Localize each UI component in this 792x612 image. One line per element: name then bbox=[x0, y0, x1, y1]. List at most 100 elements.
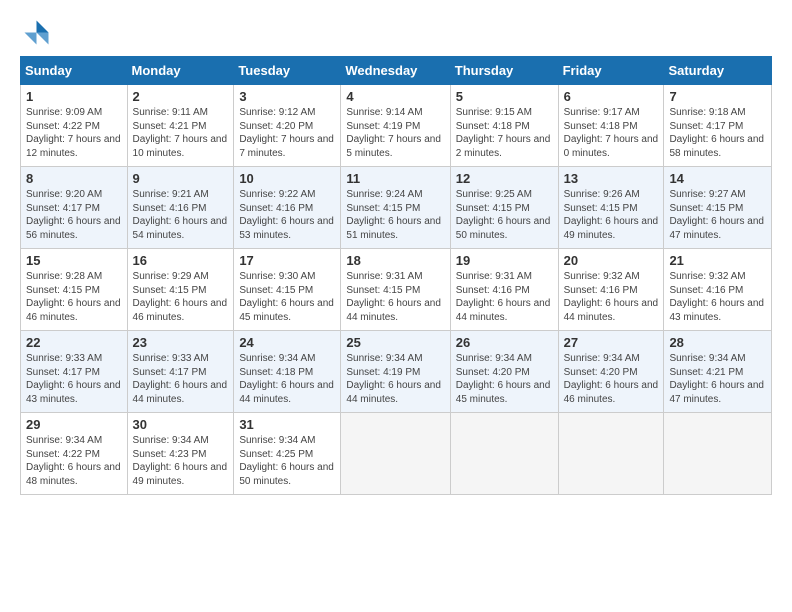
day-info: Sunrise: 9:34 AMSunset: 4:19 PMDaylight:… bbox=[346, 352, 444, 406]
day-number: 23 bbox=[133, 335, 229, 350]
day-info: Sunrise: 9:09 AMSunset: 4:22 PMDaylight:… bbox=[26, 106, 122, 160]
calendar-week-5: 29 Sunrise: 9:34 AMSunset: 4:22 PMDaylig… bbox=[21, 413, 772, 495]
day-info: Sunrise: 9:25 AMSunset: 4:15 PMDaylight:… bbox=[456, 188, 553, 242]
day-number: 21 bbox=[669, 253, 766, 268]
day-info: Sunrise: 9:31 AMSunset: 4:15 PMDaylight:… bbox=[346, 270, 444, 324]
weekday-header-friday: Friday bbox=[558, 57, 664, 85]
day-number: 3 bbox=[239, 89, 335, 104]
calendar-cell bbox=[558, 413, 664, 495]
day-number: 22 bbox=[26, 335, 122, 350]
calendar-cell: 22 Sunrise: 9:33 AMSunset: 4:17 PMDaylig… bbox=[21, 331, 128, 413]
calendar-cell: 9 Sunrise: 9:21 AMSunset: 4:16 PMDayligh… bbox=[127, 167, 234, 249]
calendar-cell: 26 Sunrise: 9:34 AMSunset: 4:20 PMDaylig… bbox=[450, 331, 558, 413]
day-number: 30 bbox=[133, 417, 229, 432]
day-info: Sunrise: 9:29 AMSunset: 4:15 PMDaylight:… bbox=[133, 270, 229, 324]
calendar-cell bbox=[341, 413, 450, 495]
calendar-cell bbox=[664, 413, 772, 495]
calendar-week-1: 1 Sunrise: 9:09 AMSunset: 4:22 PMDayligh… bbox=[21, 85, 772, 167]
day-number: 2 bbox=[133, 89, 229, 104]
calendar-cell: 28 Sunrise: 9:34 AMSunset: 4:21 PMDaylig… bbox=[664, 331, 772, 413]
calendar-cell: 4 Sunrise: 9:14 AMSunset: 4:19 PMDayligh… bbox=[341, 85, 450, 167]
day-number: 17 bbox=[239, 253, 335, 268]
day-number: 7 bbox=[669, 89, 766, 104]
day-info: Sunrise: 9:34 AMSunset: 4:25 PMDaylight:… bbox=[239, 434, 335, 488]
day-info: Sunrise: 9:34 AMSunset: 4:18 PMDaylight:… bbox=[239, 352, 335, 406]
day-info: Sunrise: 9:22 AMSunset: 4:16 PMDaylight:… bbox=[239, 188, 335, 242]
day-info: Sunrise: 9:18 AMSunset: 4:17 PMDaylight:… bbox=[669, 106, 766, 160]
day-info: Sunrise: 9:26 AMSunset: 4:15 PMDaylight:… bbox=[564, 188, 659, 242]
day-number: 20 bbox=[564, 253, 659, 268]
day-number: 16 bbox=[133, 253, 229, 268]
day-info: Sunrise: 9:33 AMSunset: 4:17 PMDaylight:… bbox=[26, 352, 122, 406]
calendar-cell: 30 Sunrise: 9:34 AMSunset: 4:23 PMDaylig… bbox=[127, 413, 234, 495]
calendar-cell: 8 Sunrise: 9:20 AMSunset: 4:17 PMDayligh… bbox=[21, 167, 128, 249]
day-number: 24 bbox=[239, 335, 335, 350]
calendar-cell: 27 Sunrise: 9:34 AMSunset: 4:20 PMDaylig… bbox=[558, 331, 664, 413]
day-number: 11 bbox=[346, 171, 444, 186]
day-number: 1 bbox=[26, 89, 122, 104]
day-number: 13 bbox=[564, 171, 659, 186]
weekday-header-thursday: Thursday bbox=[450, 57, 558, 85]
logo-icon bbox=[20, 16, 50, 46]
header bbox=[20, 16, 772, 46]
day-info: Sunrise: 9:28 AMSunset: 4:15 PMDaylight:… bbox=[26, 270, 122, 324]
day-info: Sunrise: 9:34 AMSunset: 4:23 PMDaylight:… bbox=[133, 434, 229, 488]
calendar-cell: 6 Sunrise: 9:17 AMSunset: 4:18 PMDayligh… bbox=[558, 85, 664, 167]
day-info: Sunrise: 9:31 AMSunset: 4:16 PMDaylight:… bbox=[456, 270, 553, 324]
calendar-cell: 25 Sunrise: 9:34 AMSunset: 4:19 PMDaylig… bbox=[341, 331, 450, 413]
day-number: 4 bbox=[346, 89, 444, 104]
day-number: 5 bbox=[456, 89, 553, 104]
day-number: 29 bbox=[26, 417, 122, 432]
calendar-cell: 10 Sunrise: 9:22 AMSunset: 4:16 PMDaylig… bbox=[234, 167, 341, 249]
day-info: Sunrise: 9:34 AMSunset: 4:20 PMDaylight:… bbox=[456, 352, 553, 406]
day-number: 10 bbox=[239, 171, 335, 186]
calendar-cell: 3 Sunrise: 9:12 AMSunset: 4:20 PMDayligh… bbox=[234, 85, 341, 167]
weekday-header-sunday: Sunday bbox=[21, 57, 128, 85]
day-info: Sunrise: 9:27 AMSunset: 4:15 PMDaylight:… bbox=[669, 188, 766, 242]
day-info: Sunrise: 9:17 AMSunset: 4:18 PMDaylight:… bbox=[564, 106, 659, 160]
calendar-cell: 18 Sunrise: 9:31 AMSunset: 4:15 PMDaylig… bbox=[341, 249, 450, 331]
calendar-cell: 11 Sunrise: 9:24 AMSunset: 4:15 PMDaylig… bbox=[341, 167, 450, 249]
calendar-cell: 23 Sunrise: 9:33 AMSunset: 4:17 PMDaylig… bbox=[127, 331, 234, 413]
calendar-cell: 21 Sunrise: 9:32 AMSunset: 4:16 PMDaylig… bbox=[664, 249, 772, 331]
day-info: Sunrise: 9:20 AMSunset: 4:17 PMDaylight:… bbox=[26, 188, 122, 242]
day-number: 27 bbox=[564, 335, 659, 350]
day-info: Sunrise: 9:11 AMSunset: 4:21 PMDaylight:… bbox=[133, 106, 229, 160]
day-info: Sunrise: 9:34 AMSunset: 4:22 PMDaylight:… bbox=[26, 434, 122, 488]
page: SundayMondayTuesdayWednesdayThursdayFrid… bbox=[0, 0, 792, 505]
day-info: Sunrise: 9:34 AMSunset: 4:20 PMDaylight:… bbox=[564, 352, 659, 406]
calendar-cell: 7 Sunrise: 9:18 AMSunset: 4:17 PMDayligh… bbox=[664, 85, 772, 167]
day-number: 12 bbox=[456, 171, 553, 186]
day-number: 28 bbox=[669, 335, 766, 350]
day-info: Sunrise: 9:32 AMSunset: 4:16 PMDaylight:… bbox=[669, 270, 766, 324]
weekday-header-wednesday: Wednesday bbox=[341, 57, 450, 85]
calendar-cell: 17 Sunrise: 9:30 AMSunset: 4:15 PMDaylig… bbox=[234, 249, 341, 331]
day-info: Sunrise: 9:32 AMSunset: 4:16 PMDaylight:… bbox=[564, 270, 659, 324]
day-number: 15 bbox=[26, 253, 122, 268]
day-info: Sunrise: 9:33 AMSunset: 4:17 PMDaylight:… bbox=[133, 352, 229, 406]
calendar-week-3: 15 Sunrise: 9:28 AMSunset: 4:15 PMDaylig… bbox=[21, 249, 772, 331]
calendar-cell: 29 Sunrise: 9:34 AMSunset: 4:22 PMDaylig… bbox=[21, 413, 128, 495]
calendar-cell: 24 Sunrise: 9:34 AMSunset: 4:18 PMDaylig… bbox=[234, 331, 341, 413]
weekday-header-monday: Monday bbox=[127, 57, 234, 85]
calendar-table: SundayMondayTuesdayWednesdayThursdayFrid… bbox=[20, 56, 772, 495]
calendar-cell: 31 Sunrise: 9:34 AMSunset: 4:25 PMDaylig… bbox=[234, 413, 341, 495]
day-info: Sunrise: 9:12 AMSunset: 4:20 PMDaylight:… bbox=[239, 106, 335, 160]
day-info: Sunrise: 9:14 AMSunset: 4:19 PMDaylight:… bbox=[346, 106, 444, 160]
day-number: 19 bbox=[456, 253, 553, 268]
day-number: 26 bbox=[456, 335, 553, 350]
calendar-cell: 12 Sunrise: 9:25 AMSunset: 4:15 PMDaylig… bbox=[450, 167, 558, 249]
calendar-week-4: 22 Sunrise: 9:33 AMSunset: 4:17 PMDaylig… bbox=[21, 331, 772, 413]
day-number: 25 bbox=[346, 335, 444, 350]
day-number: 18 bbox=[346, 253, 444, 268]
day-number: 6 bbox=[564, 89, 659, 104]
calendar-cell: 16 Sunrise: 9:29 AMSunset: 4:15 PMDaylig… bbox=[127, 249, 234, 331]
day-info: Sunrise: 9:24 AMSunset: 4:15 PMDaylight:… bbox=[346, 188, 444, 242]
calendar-cell: 5 Sunrise: 9:15 AMSunset: 4:18 PMDayligh… bbox=[450, 85, 558, 167]
day-info: Sunrise: 9:15 AMSunset: 4:18 PMDaylight:… bbox=[456, 106, 553, 160]
weekday-header-saturday: Saturday bbox=[664, 57, 772, 85]
weekday-header-tuesday: Tuesday bbox=[234, 57, 341, 85]
calendar-cell: 14 Sunrise: 9:27 AMSunset: 4:15 PMDaylig… bbox=[664, 167, 772, 249]
day-info: Sunrise: 9:34 AMSunset: 4:21 PMDaylight:… bbox=[669, 352, 766, 406]
day-number: 14 bbox=[669, 171, 766, 186]
